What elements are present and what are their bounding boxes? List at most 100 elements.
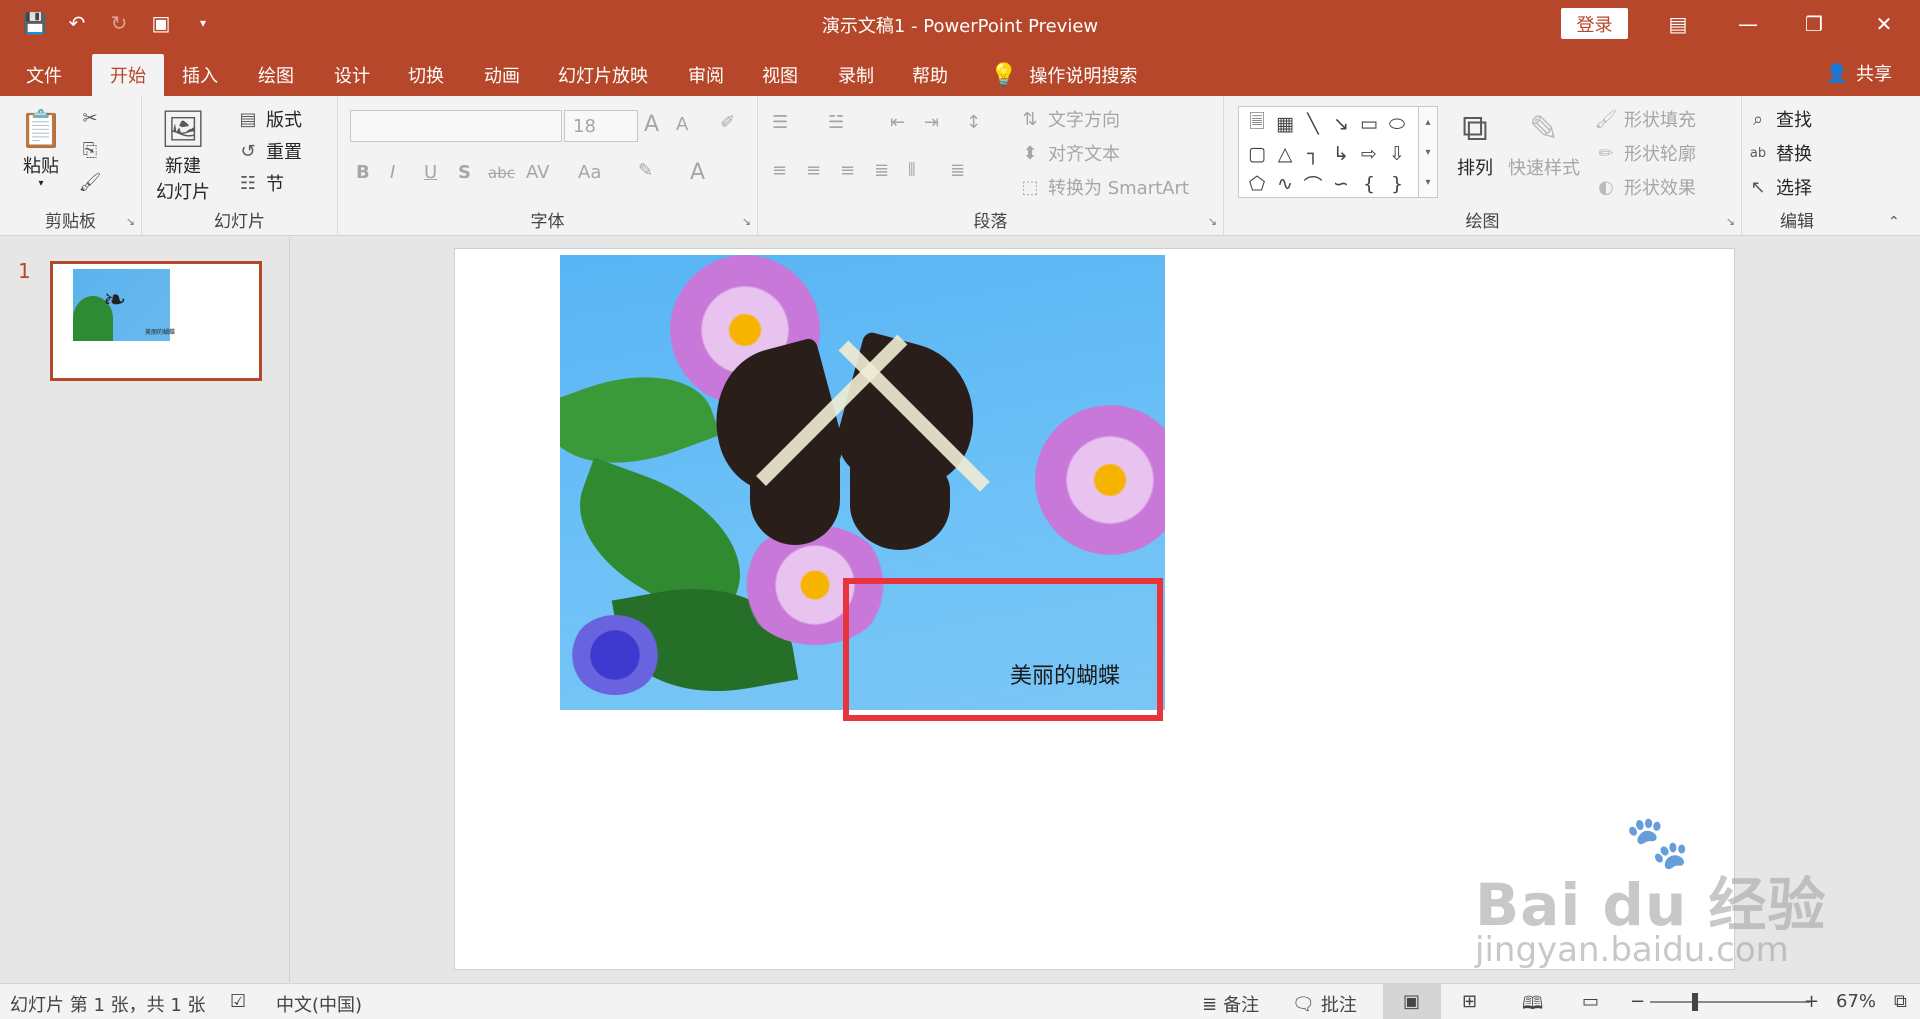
start-slideshow-icon[interactable]: ▣ <box>146 8 176 38</box>
elbow-arrow-shape-icon[interactable]: ↳ <box>1327 139 1355 169</box>
tab-file[interactable]: 文件 <box>26 54 62 96</box>
selected-textbox-highlight[interactable] <box>843 578 1163 721</box>
section-button[interactable]: ☷ 节 <box>236 170 284 196</box>
tab-help[interactable]: 帮助 <box>912 54 948 96</box>
restore-icon[interactable]: ❐ <box>1786 4 1842 44</box>
tab-design[interactable]: 设计 <box>334 54 370 96</box>
chevron-down-icon[interactable]: ▾ <box>1425 147 1430 158</box>
rounded-rect-shape-icon[interactable]: ▢ <box>1243 139 1271 169</box>
font-name-combo[interactable] <box>350 110 562 142</box>
grow-font-button[interactable]: A <box>644 112 659 137</box>
char-spacing-button[interactable]: AV <box>526 162 549 183</box>
dialog-launcher-icon[interactable]: ↘ <box>126 215 135 228</box>
reset-button[interactable]: ↺ 重置 <box>236 138 302 164</box>
replace-button[interactable]: ab 替换 <box>1746 140 1812 166</box>
increase-indent-icon[interactable]: ⇥ <box>924 112 939 133</box>
login-button[interactable]: 登录 <box>1561 8 1628 39</box>
down-arrow-shape-icon[interactable]: ⇩ <box>1383 139 1411 169</box>
align-left-icon[interactable]: ≡ <box>772 160 787 181</box>
triangle-shape-icon[interactable]: △ <box>1271 139 1299 169</box>
language-status[interactable]: 中文(中国) <box>276 991 362 1017</box>
accessibility-icon[interactable]: ☑ <box>230 991 246 1012</box>
collapse-ribbon-icon[interactable]: ⌃ <box>1888 214 1900 230</box>
rectangle-shape-icon[interactable]: ▭ <box>1355 109 1383 139</box>
shadow-button[interactable]: S <box>458 162 471 183</box>
chevron-up-icon[interactable]: ▴ <box>1425 117 1430 128</box>
undo-icon[interactable]: ↶ <box>62 8 92 38</box>
shrink-font-button[interactable]: A <box>676 114 688 135</box>
italic-button[interactable]: I <box>390 162 395 183</box>
right-arrow-shape-icon[interactable]: ⇨ <box>1355 139 1383 169</box>
right-brace-shape-icon[interactable]: } <box>1383 169 1411 199</box>
slide-thumbnail[interactable]: ❧ 美丽的蝴蝶 <box>50 261 262 381</box>
shape-fill-button[interactable]: 🖌 形状填充 <box>1594 106 1696 132</box>
line-shape-icon[interactable]: ╲ <box>1299 109 1327 139</box>
left-brace-shape-icon[interactable]: { <box>1355 169 1383 199</box>
underline-button[interactable]: U <box>424 162 437 183</box>
change-case-button[interactable]: Aa <box>578 162 601 183</box>
customize-qat-icon[interactable]: ▾ <box>188 8 218 38</box>
shape-outline-button[interactable]: ✏ 形状轮廓 <box>1594 140 1696 166</box>
dialog-launcher-icon[interactable]: ↘ <box>1726 215 1735 228</box>
cut-icon[interactable]: ✂ <box>78 106 102 130</box>
justify-icon[interactable]: ≣ <box>874 160 889 181</box>
normal-view-button[interactable]: ▣ <box>1383 984 1441 1019</box>
vertical-textbox-shape-icon[interactable]: ▦ <box>1271 109 1299 139</box>
clear-format-icon[interactable]: ✐ <box>720 112 735 133</box>
tab-home[interactable]: 开始 <box>92 54 164 96</box>
quick-styles-button[interactable]: ✎ 快速样式 <box>1508 106 1580 180</box>
tab-view[interactable]: 视图 <box>762 54 798 96</box>
zoom-slider-track[interactable] <box>1650 1001 1810 1003</box>
ribbon-display-icon[interactable]: ▤ <box>1650 4 1706 44</box>
reading-view-icon[interactable]: 🕮 <box>1522 991 1543 1019</box>
scribble-shape-icon[interactable]: ∿ <box>1271 169 1299 199</box>
tell-me-search[interactable]: 💡 操作说明搜索 <box>990 54 1137 96</box>
minimize-icon[interactable]: — <box>1720 4 1776 44</box>
copy-icon[interactable]: ⎘ <box>78 138 102 162</box>
new-slide-button[interactable]: 🖼 新建 幻灯片 <box>156 106 210 204</box>
arrow-line-shape-icon[interactable]: ↘ <box>1327 109 1355 139</box>
shape-gallery-scroll[interactable]: ▴ ▾ ▾ <box>1418 106 1438 198</box>
align-text-button[interactable]: ⬍ 对齐文本 <box>1018 140 1120 166</box>
line-spacing-icon[interactable]: ↕ <box>966 112 981 133</box>
redo-icon[interactable]: ↻ <box>104 8 134 38</box>
tab-slideshow[interactable]: 幻灯片放映 <box>558 54 648 96</box>
strikethrough-button[interactable]: abc <box>488 164 515 182</box>
slideshow-view-icon[interactable]: ▭ <box>1582 991 1599 1012</box>
comments-button[interactable]: 🗨 批注 <box>1292 991 1357 1017</box>
share-button[interactable]: 👤 共享 <box>1826 60 1892 86</box>
text-direction-button[interactable]: ⇅ 文字方向 <box>1018 106 1120 132</box>
arrange-button[interactable]: ⧉ 排列 <box>1452 106 1498 180</box>
zoom-out-icon[interactable]: − <box>1630 991 1645 1012</box>
arc-shape-icon[interactable]: ⌒ <box>1299 169 1327 199</box>
align-right-icon[interactable]: ≡ <box>840 160 855 181</box>
columns-icon[interactable]: ⫴ <box>908 160 916 181</box>
smartart-button[interactable]: ⬚ 转换为 SmartArt <box>1018 174 1188 200</box>
more-icon[interactable]: ▾ <box>1425 177 1430 188</box>
bullets-icon[interactable]: ☰ <box>772 112 788 133</box>
layout-button[interactable]: ▤ 版式 <box>236 106 302 132</box>
font-size-combo[interactable]: 18 <box>564 110 638 142</box>
align-center-icon[interactable]: ≡ <box>806 160 821 181</box>
tab-draw[interactable]: 绘图 <box>258 54 294 96</box>
shape-gallery[interactable]: 🗏 ▦ ╲ ↘ ▭ ⬭ ▢ △ ┐ ↳ ⇨ ⇩ ⬠ ∿ ⌒ ∽ { } <box>1238 106 1428 198</box>
select-button[interactable]: ↖ 选择 <box>1746 174 1812 200</box>
tab-insert[interactable]: 插入 <box>182 54 218 96</box>
slide-caption-text[interactable]: 美丽的蝴蝶 <box>1010 658 1120 690</box>
fit-slide-icon[interactable]: ⧉ <box>1894 991 1907 1012</box>
font-color-button[interactable]: A <box>690 160 705 185</box>
zoom-slider-thumb[interactable] <box>1692 993 1698 1011</box>
tab-review[interactable]: 审阅 <box>688 54 724 96</box>
bold-button[interactable]: B <box>356 162 370 183</box>
curve-shape-icon[interactable]: ∽ <box>1327 169 1355 199</box>
tab-transitions[interactable]: 切换 <box>408 54 444 96</box>
slide-sorter-icon[interactable]: ⊞ <box>1462 991 1477 1012</box>
save-icon[interactable]: 💾 <box>20 8 50 38</box>
numbering-icon[interactable]: ☱ <box>828 112 844 133</box>
distribute-icon[interactable]: ≣ <box>950 160 965 181</box>
zoom-in-icon[interactable]: + <box>1804 991 1819 1012</box>
highlight-icon[interactable]: ✎ <box>638 160 653 181</box>
format-painter-icon[interactable]: 🖌 <box>78 170 102 194</box>
elbow-connector-shape-icon[interactable]: ┐ <box>1299 139 1327 169</box>
zoom-level[interactable]: 67% <box>1836 991 1876 1012</box>
